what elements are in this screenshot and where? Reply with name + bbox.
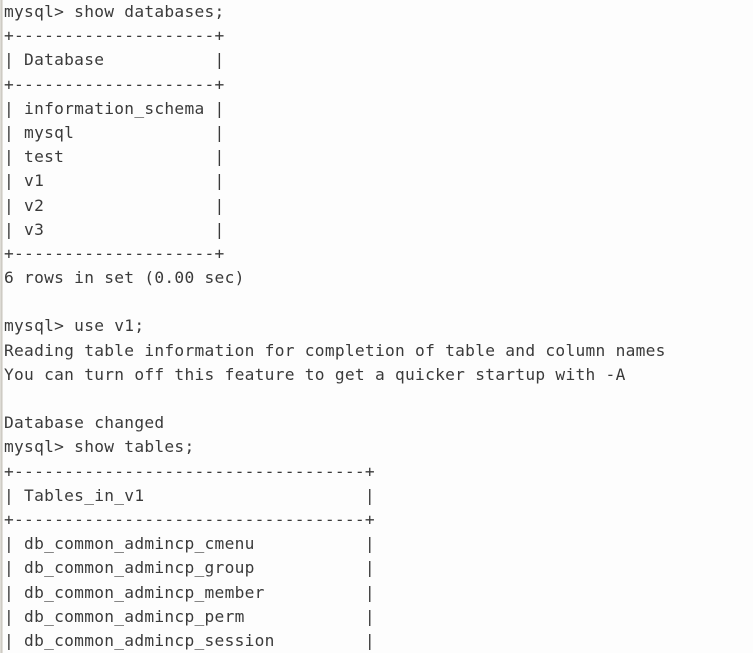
console-output[interactable]: mysql> show databases; +-----------------… [4, 0, 753, 653]
terminal-line: | db_common_admincp_group | [4, 558, 375, 578]
terminal-line: +--------------------+ [4, 243, 225, 263]
terminal-line: | test | [4, 147, 225, 167]
terminal-line: mysql> use v1; [4, 316, 145, 336]
terminal-line: | v3 | [4, 219, 225, 239]
terminal-line: | v1 | [4, 171, 225, 191]
terminal-line: 6 rows in set (0.00 sec) [4, 268, 245, 288]
terminal-line: Database changed [4, 413, 165, 433]
window-left-edge [0, 0, 3, 653]
terminal-line: mysql> show tables; [4, 437, 195, 457]
terminal-line: +-----------------------------------+ [4, 461, 375, 481]
terminal-line: | db_common_admincp_session | [4, 630, 375, 650]
terminal-line: mysql> show databases; [4, 2, 225, 21]
terminal-line: | db_common_admincp_cmenu | [4, 534, 375, 554]
terminal-line: | Database | [4, 50, 225, 70]
terminal-line: Reading table information for completion… [4, 340, 666, 360]
terminal-line: | mysql | [4, 122, 225, 142]
terminal-line: You can turn off this feature to get a q… [4, 364, 626, 384]
terminal-line: | db_common_admincp_member | [4, 582, 375, 602]
terminal-line: +-----------------------------------+ [4, 509, 375, 529]
terminal-line: | Tables_in_v1 | [4, 485, 375, 505]
terminal-line: +--------------------+ [4, 26, 225, 46]
terminal-line: +--------------------+ [4, 74, 225, 94]
terminal-line: | v2 | [4, 195, 225, 215]
terminal-window[interactable]: mysql> show databases; +-----------------… [0, 0, 753, 653]
terminal-line: | information_schema | [4, 98, 225, 118]
terminal-line: | db_common_admincp_perm | [4, 606, 375, 626]
